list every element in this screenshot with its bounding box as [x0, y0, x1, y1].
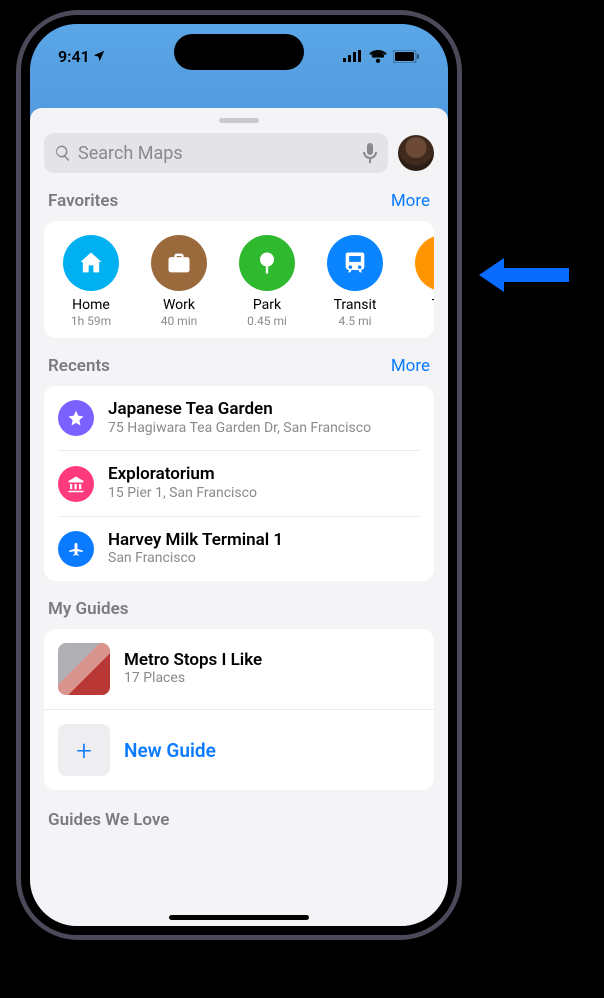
recent-item[interactable]: Exploratorium 15 Pier 1, San Francisco — [58, 451, 420, 516]
favorites-row[interactable]: Home 1h 59m Work 40 min Park 0.45 mi — [44, 235, 434, 328]
favorites-title: Favorites — [48, 191, 118, 211]
guide-item[interactable]: Metro Stops I Like 17 Places — [44, 629, 434, 710]
home-indicator[interactable] — [169, 915, 309, 920]
mic-icon[interactable] — [362, 143, 378, 163]
battery-icon — [393, 50, 420, 63]
plus-icon: + — [58, 724, 110, 776]
favorite-home[interactable]: Home 1h 59m — [62, 235, 120, 328]
search-placeholder: Search Maps — [78, 143, 183, 164]
guides-we-love-title: Guides We Love — [48, 810, 430, 830]
briefcase-icon — [165, 249, 193, 277]
search-input[interactable]: Search Maps — [44, 133, 388, 173]
tree-icon — [253, 249, 281, 277]
annotation-arrow-icon — [474, 250, 574, 300]
home-icon — [77, 249, 105, 277]
recent-item[interactable]: Japanese Tea Garden 75 Hagiwara Tea Gard… — [58, 386, 420, 451]
favorites-more-button[interactable]: More — [391, 191, 430, 211]
favorite-work[interactable]: Work 40 min — [150, 235, 208, 328]
star-icon — [67, 409, 85, 427]
myguides-title: My Guides — [48, 599, 129, 619]
airplane-icon — [67, 540, 85, 558]
guide-thumbnail — [58, 643, 110, 695]
sheet-grabber[interactable] — [219, 118, 259, 123]
myguides-card: Metro Stops I Like 17 Places + New Guide — [44, 629, 434, 790]
transit-icon — [341, 249, 369, 277]
favorite-park[interactable]: Park 0.45 mi — [238, 235, 296, 328]
status-time: 9:41 — [58, 47, 90, 66]
location-icon — [92, 49, 106, 63]
search-sheet: Search Maps Favorites More Home 1h 59m — [30, 108, 448, 926]
profile-avatar[interactable] — [398, 135, 434, 171]
favorite-partial[interactable]: Tea 2 — [414, 235, 434, 328]
dynamic-island — [174, 34, 304, 70]
museum-icon — [67, 475, 85, 493]
wifi-icon — [369, 50, 387, 63]
iphone-frame: 9:41 Search Maps Favorites M — [16, 10, 462, 940]
recents-more-button[interactable]: More — [391, 356, 430, 376]
search-icon — [54, 144, 72, 162]
favorite-transit[interactable]: Transit 4.5 mi — [326, 235, 384, 328]
favorites-card: Home 1h 59m Work 40 min Park 0.45 mi — [44, 221, 434, 338]
cellular-icon — [343, 50, 363, 62]
recents-title: Recents — [48, 356, 110, 376]
recents-card: Japanese Tea Garden 75 Hagiwara Tea Gard… — [44, 386, 434, 581]
recent-item[interactable]: Harvey Milk Terminal 1 San Francisco — [58, 517, 420, 581]
new-guide-button[interactable]: + New Guide — [44, 710, 434, 790]
